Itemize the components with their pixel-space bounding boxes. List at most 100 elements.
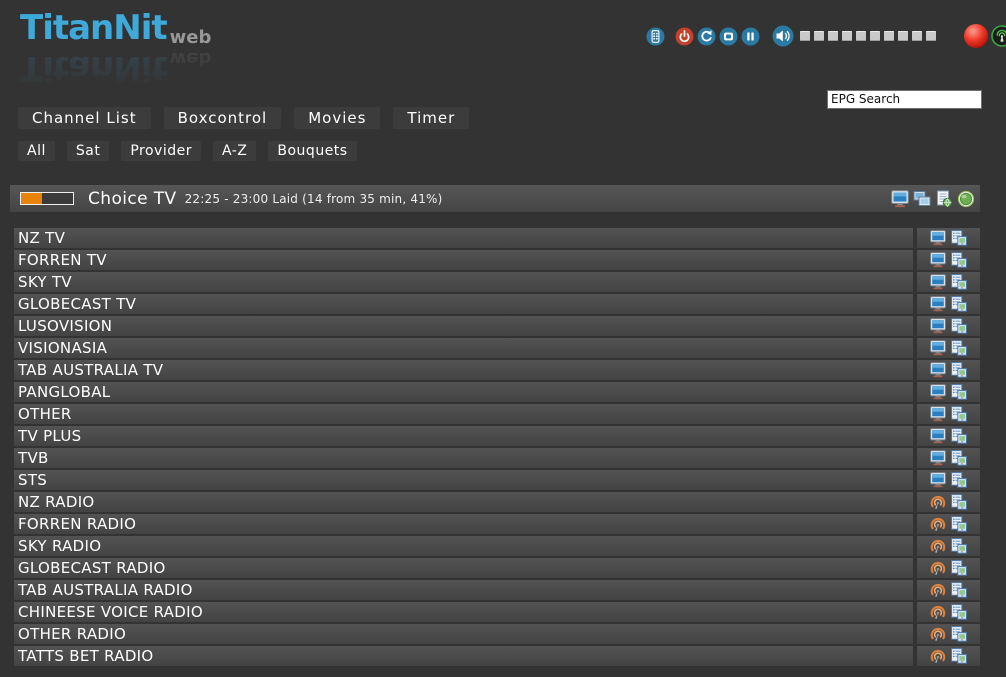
channel-row[interactable]: GLOBECAST RADIO	[14, 558, 980, 578]
channel-name[interactable]: LUSOVISION	[14, 316, 913, 336]
channel-row[interactable]: SKY TV	[14, 272, 980, 292]
tv-icon[interactable]	[930, 472, 946, 488]
channel-row[interactable]: NZ RADIO	[14, 492, 980, 512]
radio-icon[interactable]	[930, 648, 946, 664]
epg-icon[interactable]	[951, 230, 967, 246]
epg-icon[interactable]	[951, 604, 967, 620]
channel-name[interactable]: NZ RADIO	[14, 492, 913, 512]
channel-name[interactable]: TATTS BET RADIO	[14, 646, 913, 666]
tv-icon[interactable]	[930, 318, 946, 334]
channel-row[interactable]: TAB AUSTRALIA RADIO	[14, 580, 980, 600]
channel-name[interactable]: SKY TV	[14, 272, 913, 292]
epg-icon[interactable]	[951, 538, 967, 554]
epg-icon[interactable]	[951, 516, 967, 532]
epg-icon[interactable]	[951, 406, 967, 422]
filter-tab-a-z[interactable]: A-Z	[213, 141, 256, 161]
radio-icon[interactable]	[930, 516, 946, 532]
channel-row[interactable]: GLOBECAST TV	[14, 294, 980, 314]
channel-name[interactable]: GLOBECAST TV	[14, 294, 913, 314]
tv-icon[interactable]	[930, 340, 946, 356]
channel-row[interactable]: CHINEESE VOICE RADIO	[14, 602, 980, 622]
volume-segment[interactable]	[898, 31, 908, 41]
channel-row[interactable]: LUSOVISION	[14, 316, 980, 336]
nav-tab-timer[interactable]: Timer	[393, 107, 469, 129]
tv-zap-button[interactable]	[891, 190, 909, 208]
epg-icon[interactable]	[951, 318, 967, 334]
filter-tab-provider[interactable]: Provider	[121, 141, 201, 161]
pause-button[interactable]	[741, 27, 760, 46]
tv-icon[interactable]	[930, 428, 946, 444]
radio-icon[interactable]	[930, 538, 946, 554]
channel-name[interactable]: SKY RADIO	[14, 536, 913, 556]
epg-icon[interactable]	[951, 362, 967, 378]
stream-globe-button[interactable]	[957, 190, 975, 208]
channel-row[interactable]: SKY RADIO	[14, 536, 980, 556]
screenshot-button[interactable]	[913, 190, 931, 208]
channel-name[interactable]: TAB AUSTRALIA RADIO	[14, 580, 913, 600]
tv-icon[interactable]	[930, 450, 946, 466]
channel-name[interactable]: OTHER RADIO	[14, 624, 913, 644]
volume-segment[interactable]	[926, 31, 936, 41]
stop-button[interactable]	[719, 27, 738, 46]
volume-segment[interactable]	[884, 31, 894, 41]
radio-icon[interactable]	[930, 560, 946, 576]
channel-row[interactable]: OTHER RADIO	[14, 624, 980, 644]
epg-icon[interactable]	[951, 252, 967, 268]
epg-icon[interactable]	[951, 428, 967, 444]
channel-row[interactable]: FORREN TV	[14, 250, 980, 270]
channel-row[interactable]: PANGLOBAL	[14, 382, 980, 402]
epg-icon[interactable]	[951, 340, 967, 356]
channel-name[interactable]: TV PLUS	[14, 426, 913, 446]
volume-segment[interactable]	[912, 31, 922, 41]
epg-page-button[interactable]	[935, 190, 953, 208]
nav-tab-movies[interactable]: Movies	[294, 107, 380, 129]
tv-icon[interactable]	[930, 296, 946, 312]
channel-row[interactable]: STS	[14, 470, 980, 490]
channel-row[interactable]: OTHER	[14, 404, 980, 424]
volume-segment[interactable]	[842, 31, 852, 41]
stream-button[interactable]	[991, 25, 1006, 47]
remote-button[interactable]	[646, 27, 665, 46]
channel-row[interactable]: TVB	[14, 448, 980, 468]
epg-icon[interactable]	[951, 384, 967, 400]
radio-icon[interactable]	[930, 626, 946, 642]
mute-button[interactable]	[772, 25, 794, 47]
epg-icon[interactable]	[951, 626, 967, 642]
channel-name[interactable]: TAB AUSTRALIA TV	[14, 360, 913, 380]
channel-name[interactable]: PANGLOBAL	[14, 382, 913, 402]
radio-icon[interactable]	[930, 494, 946, 510]
epg-icon[interactable]	[951, 472, 967, 488]
filter-tab-all[interactable]: All	[18, 141, 55, 161]
channel-name[interactable]: TVB	[14, 448, 913, 468]
nav-tab-channel-list[interactable]: Channel List	[18, 107, 151, 129]
epg-icon[interactable]	[951, 648, 967, 664]
epg-search-input[interactable]	[827, 90, 982, 109]
channel-row[interactable]: TATTS BET RADIO	[14, 646, 980, 666]
epg-icon[interactable]	[951, 296, 967, 312]
volume-segment[interactable]	[800, 31, 810, 41]
channel-row[interactable]: VISIONASIA	[14, 338, 980, 358]
epg-icon[interactable]	[951, 274, 967, 290]
filter-tab-bouquets[interactable]: Bouquets	[268, 141, 356, 161]
channel-name[interactable]: OTHER	[14, 404, 913, 424]
channel-name[interactable]: FORREN RADIO	[14, 514, 913, 534]
radio-icon[interactable]	[930, 582, 946, 598]
channel-name[interactable]: CHINEESE VOICE RADIO	[14, 602, 913, 622]
channel-name[interactable]: STS	[14, 470, 913, 490]
channel-row[interactable]: FORREN RADIO	[14, 514, 980, 534]
channel-name[interactable]: GLOBECAST RADIO	[14, 558, 913, 578]
channel-name[interactable]: VISIONASIA	[14, 338, 913, 358]
tv-icon[interactable]	[930, 362, 946, 378]
channel-row[interactable]: TAB AUSTRALIA TV	[14, 360, 980, 380]
filter-tab-sat[interactable]: Sat	[67, 141, 109, 161]
volume-segment[interactable]	[814, 31, 824, 41]
power-button[interactable]	[675, 27, 694, 46]
epg-icon[interactable]	[951, 582, 967, 598]
channel-row[interactable]: NZ TV	[14, 228, 980, 248]
epg-icon[interactable]	[951, 560, 967, 576]
tv-icon[interactable]	[930, 384, 946, 400]
restart-button[interactable]	[697, 27, 716, 46]
epg-icon[interactable]	[951, 494, 967, 510]
tv-icon[interactable]	[930, 230, 946, 246]
channel-row[interactable]: TV PLUS	[14, 426, 980, 446]
